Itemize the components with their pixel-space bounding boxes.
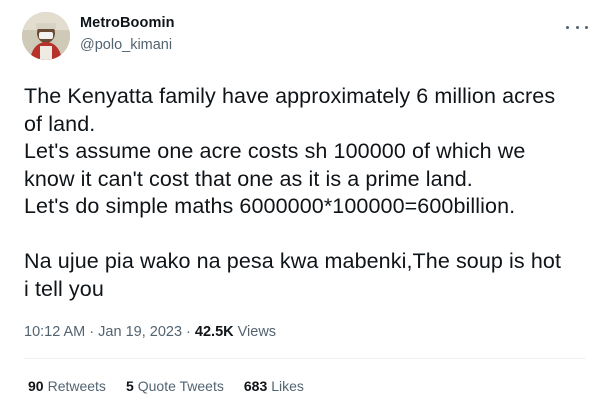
engagement-stats: 90 Retweets 5 Quote Tweets 683 Likes	[28, 377, 304, 395]
retweets-label: Retweets	[47, 378, 106, 394]
dot	[575, 25, 579, 29]
tweet-date[interactable]: Jan 19, 2023	[98, 324, 182, 340]
meta-separator: ·	[85, 324, 99, 340]
display-name[interactable]: MetroBoomin	[80, 14, 175, 32]
tweet-text: The Kenyatta family have approximately 6…	[24, 84, 562, 301]
retweets-stat[interactable]: 90 Retweets	[28, 377, 106, 395]
author-block: MetroBoomin @polo_kimani	[80, 14, 175, 54]
views-label: Views	[233, 324, 277, 340]
user-handle[interactable]: @polo_kimani	[80, 36, 175, 54]
meta-separator: ·	[182, 324, 195, 340]
views-count: 42.5K	[194, 324, 234, 340]
dot	[585, 25, 588, 29]
avatar[interactable]	[22, 12, 70, 60]
tweet-card: MetroBoomin @polo_kimani The Kenyatta fa…	[0, 0, 606, 412]
quote-tweets-stat[interactable]: 5 Quote Tweets	[126, 377, 224, 395]
dot	[566, 25, 569, 29]
quote-tweets-label: Quote Tweets	[137, 378, 224, 394]
tweet-time[interactable]: 10:12 AM	[24, 324, 85, 340]
divider	[24, 358, 586, 359]
quote-tweets-count: 5	[125, 378, 134, 394]
more-options-icon[interactable]	[566, 20, 588, 34]
likes-label: Likes	[271, 378, 304, 394]
retweets-count: 90	[28, 378, 44, 394]
tweet-meta: 10:12 AM · Jan 19, 2023 · 42.5K Views	[24, 323, 276, 341]
likes-count: 683	[243, 378, 268, 394]
likes-stat[interactable]: 683 Likes	[244, 377, 304, 395]
